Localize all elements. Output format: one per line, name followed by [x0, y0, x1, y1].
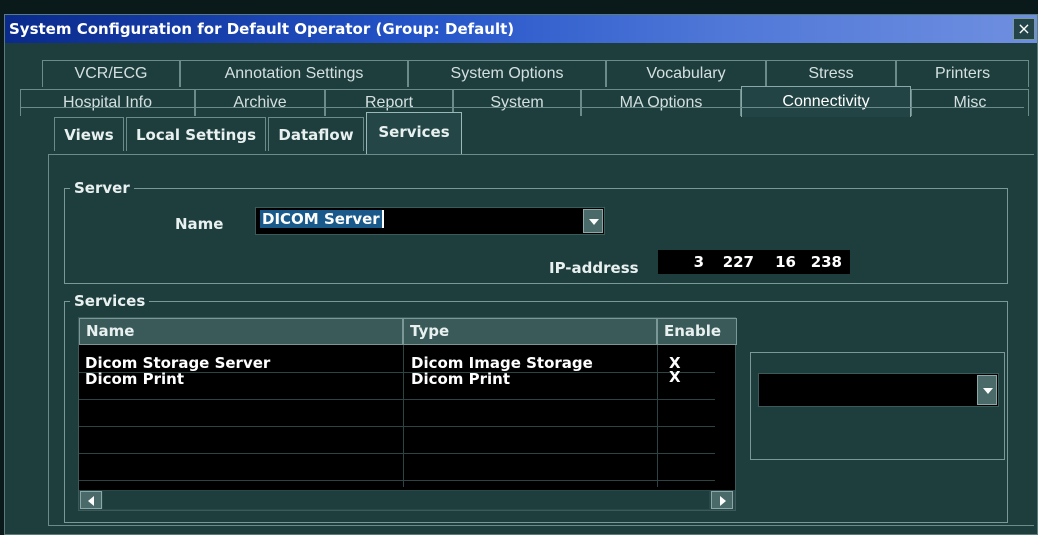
server-name-label: Name — [175, 215, 224, 233]
arrow-right-icon — [720, 496, 726, 506]
title-bar: System Configuration for Default Operato… — [5, 15, 1037, 43]
services-table[interactable]: Name Type Enable Dicom Storage Server Di… — [78, 317, 737, 511]
server-group-label: Server — [70, 179, 134, 197]
window-title: System Configuration for Default Operato… — [9, 20, 515, 38]
arrow-left-icon — [88, 496, 94, 506]
service-option-combo[interactable] — [758, 373, 999, 407]
scrollbar-thumb[interactable] — [103, 491, 709, 509]
ip-octet-2[interactable]: 227 — [708, 250, 758, 274]
scroll-left-button[interactable] — [80, 491, 102, 509]
tab-stress[interactable]: Stress — [766, 60, 896, 87]
scroll-right-button[interactable] — [711, 491, 733, 509]
chevron-down-icon — [589, 219, 599, 225]
close-button[interactable]: × — [1013, 18, 1035, 40]
tab-vocabulary[interactable]: Vocabulary — [606, 60, 766, 87]
tab-system-options[interactable]: System Options — [408, 60, 606, 87]
subtab-local-settings[interactable]: Local Settings — [126, 117, 266, 151]
subtab-services[interactable]: Services — [366, 112, 462, 154]
cell-name: Dicom Print — [85, 370, 185, 388]
server-name-combo[interactable]: DICOM Server — [255, 207, 605, 235]
column-divider — [657, 345, 658, 487]
row-divider — [79, 453, 715, 454]
horizontal-scrollbar[interactable] — [79, 490, 735, 510]
service-option-dropdown-button[interactable] — [977, 375, 997, 405]
ip-octet-3[interactable]: 16 — [758, 250, 800, 274]
ip-address-label: IP-address — [549, 259, 639, 277]
tab-printers[interactable]: Printers — [896, 60, 1029, 87]
row-divider — [79, 399, 715, 400]
server-name-value: DICOM Server — [260, 210, 384, 228]
cell-type: Dicom Print — [411, 370, 511, 388]
column-header-enable[interactable]: Enable — [657, 318, 737, 345]
services-group-label: Services — [70, 292, 150, 310]
ip-octet-1[interactable]: 3 — [658, 250, 708, 274]
tab-annotation-settings[interactable]: Annotation Settings — [180, 60, 408, 87]
subtab-dataflow[interactable]: Dataflow — [268, 117, 364, 151]
row-divider — [79, 426, 715, 427]
column-header-name[interactable]: Name — [79, 318, 403, 345]
chevron-down-icon — [983, 388, 993, 394]
cell-enable[interactable]: X — [669, 368, 681, 386]
column-divider — [403, 345, 404, 487]
server-name-dropdown-button[interactable] — [583, 209, 603, 233]
tab-vcr-ecg[interactable]: VCR/ECG — [42, 60, 180, 87]
column-header-type[interactable]: Type — [403, 318, 657, 345]
row-divider — [79, 480, 715, 481]
ip-octet-4[interactable]: 238 — [800, 250, 850, 274]
server-group — [64, 188, 1008, 284]
subtab-views[interactable]: Views — [54, 117, 124, 151]
